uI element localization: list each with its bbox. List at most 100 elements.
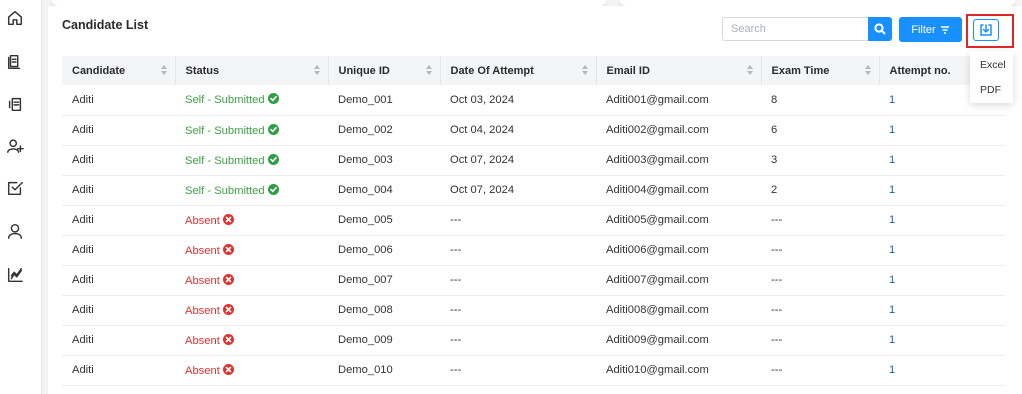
cell-unique-id: Demo_003: [338, 154, 393, 166]
check-circle-icon: [267, 93, 279, 105]
candidate-table: Candidate Status Unique ID Date Of Attem…: [62, 56, 1005, 386]
search-button[interactable]: [868, 17, 892, 41]
cell-attempt[interactable]: 1: [879, 235, 1005, 265]
filter-label: Filter: [911, 23, 936, 36]
cell-email: Aditi002@gmail.com: [606, 124, 709, 136]
cell-status: Self - Submitted: [175, 175, 328, 205]
cell-status: Self - Submitted: [175, 85, 328, 115]
cell-status: Self - Submitted: [175, 115, 328, 145]
cell-date: Oct 04, 2024: [450, 124, 515, 136]
cell-date: ---: [450, 214, 462, 226]
cell-attempt[interactable]: 1: [879, 265, 1005, 295]
filter-button[interactable]: Filter: [899, 17, 962, 42]
download-button[interactable]: [973, 19, 999, 41]
column-header[interactable]: Unique ID: [328, 56, 441, 85]
search-input[interactable]: [722, 17, 868, 41]
cell-email: Aditi008@gmail.com: [606, 304, 709, 316]
table-row[interactable]: Aditi Absent Demo_010 --- Aditi010@gmail.com…: [62, 355, 1005, 385]
sort-icon[interactable]: [425, 65, 432, 75]
cell-unique-id: Demo_004: [338, 184, 393, 196]
cell-email: Aditi010@gmail.com: [606, 364, 709, 376]
column-header[interactable]: Exam Time: [761, 56, 880, 85]
column-header[interactable]: Email ID: [596, 56, 762, 85]
status-text: Absent: [185, 244, 220, 257]
home-icon[interactable]: [5, 8, 25, 28]
analytics-icon[interactable]: [5, 265, 25, 285]
table-row[interactable]: Aditi Absent Demo_006 --- Aditi006@gmail.com…: [62, 235, 1005, 265]
cell-attempt[interactable]: 1: [879, 295, 1005, 325]
cell-status: Absent: [175, 235, 328, 265]
table-row[interactable]: Aditi Absent Demo_008 --- Aditi008@gmail.com…: [62, 295, 1005, 325]
column-header[interactable]: Status: [175, 56, 329, 85]
table-row[interactable]: Aditi Self - Submitted Demo_004 Oct 07, 202…: [62, 175, 1005, 205]
sort-icon[interactable]: [864, 65, 871, 75]
table-row[interactable]: Aditi Absent Demo_007 --- Aditi007@gmail.com…: [62, 265, 1005, 295]
column-header[interactable]: Date Of Attempt: [440, 56, 597, 85]
status-text: Self - Submitted: [185, 184, 265, 197]
cell-attempt[interactable]: 1: [879, 175, 1005, 205]
cell-exam-time: ---: [771, 364, 783, 376]
cell-attempt[interactable]: 1: [879, 355, 1005, 385]
sort-icon[interactable]: [581, 65, 588, 75]
cell-email: Aditi001@gmail.com: [606, 93, 709, 106]
page-title: Candidate List: [62, 18, 149, 32]
cell-email: Aditi005@gmail.com: [606, 214, 709, 226]
download-pdf-option[interactable]: PDF: [980, 84, 1001, 96]
cell-attempt[interactable]: 1: [879, 205, 1005, 235]
cell-email: Aditi006@gmail.com: [606, 244, 709, 256]
table-row[interactable]: Aditi Self - Submitted Demo_003 Oct 07, 202…: [62, 145, 1005, 175]
cell-attempt[interactable]: 1: [879, 145, 1005, 175]
cell-exam-time: 3: [771, 154, 778, 166]
download-excel-option[interactable]: Excel: [980, 59, 1006, 71]
cell-exam-time: ---: [771, 304, 783, 316]
cell-candidate: Aditi: [72, 214, 94, 226]
cell-candidate: Aditi: [72, 244, 94, 256]
cell-attempt[interactable]: 1: [879, 325, 1005, 355]
copy-icon[interactable]: [5, 94, 25, 114]
cell-exam-time: 2: [771, 184, 778, 196]
cell-date: Oct 07, 2024: [450, 154, 515, 166]
cell-attempt[interactable]: 1: [879, 115, 1005, 145]
cell-date: ---: [450, 334, 462, 346]
x-circle-icon: [222, 333, 234, 345]
cell-email: Aditi007@gmail.com: [606, 274, 709, 286]
cell-status: Self - Submitted: [175, 145, 328, 175]
cell-email: Aditi003@gmail.com: [606, 154, 709, 166]
status-text: Absent: [185, 304, 220, 317]
table-row[interactable]: Aditi Self - Submitted Demo_001 Oct 03, 202…: [62, 85, 1005, 115]
cell-exam-time: 8: [771, 93, 778, 106]
cell-exam-time: ---: [771, 214, 783, 226]
x-circle-icon: [222, 363, 234, 375]
add-user-icon[interactable]: [5, 136, 25, 156]
status-text: Absent: [185, 334, 220, 347]
document-icon[interactable]: [5, 52, 25, 72]
cell-exam-time: 6: [771, 124, 778, 136]
table-row[interactable]: Aditi Self - Submitted Demo_002 Oct 04, 202…: [62, 115, 1005, 145]
table-row[interactable]: Aditi Absent Demo_005 --- Aditi005@gmail.com…: [62, 205, 1005, 235]
cell-status: Absent: [175, 325, 328, 355]
cell-date: ---: [450, 364, 462, 376]
cell-date: Oct 07, 2024: [450, 184, 515, 196]
cell-candidate: Aditi: [72, 274, 94, 286]
cell-date: ---: [450, 244, 462, 256]
cell-exam-time: ---: [771, 244, 783, 256]
sort-icon[interactable]: [313, 65, 320, 75]
column-header[interactable]: Candidate: [62, 56, 176, 85]
sort-icon[interactable]: [746, 65, 753, 75]
check-circle-icon: [267, 153, 279, 165]
cell-candidate: Aditi: [72, 334, 94, 346]
check-circle-icon: [267, 123, 279, 135]
cell-candidate: Aditi: [72, 184, 94, 196]
cell-exam-time: ---: [771, 334, 783, 346]
user-icon[interactable]: [5, 221, 25, 241]
cell-unique-id: Demo_005: [338, 214, 393, 226]
status-text: Self - Submitted: [185, 94, 265, 107]
sort-icon[interactable]: [160, 65, 167, 75]
table-row[interactable]: Aditi Absent Demo_009 --- Aditi009@gmail.com…: [62, 325, 1005, 355]
cell-status: Absent: [175, 265, 328, 295]
cell-candidate: Aditi: [72, 364, 94, 376]
checkbox-icon[interactable]: [5, 178, 25, 198]
sidebar: [0, 0, 42, 394]
cell-candidate: Aditi: [72, 304, 94, 316]
table-body: Aditi Self - Submitted Demo_001 Oct 03, 202…: [62, 85, 1005, 385]
